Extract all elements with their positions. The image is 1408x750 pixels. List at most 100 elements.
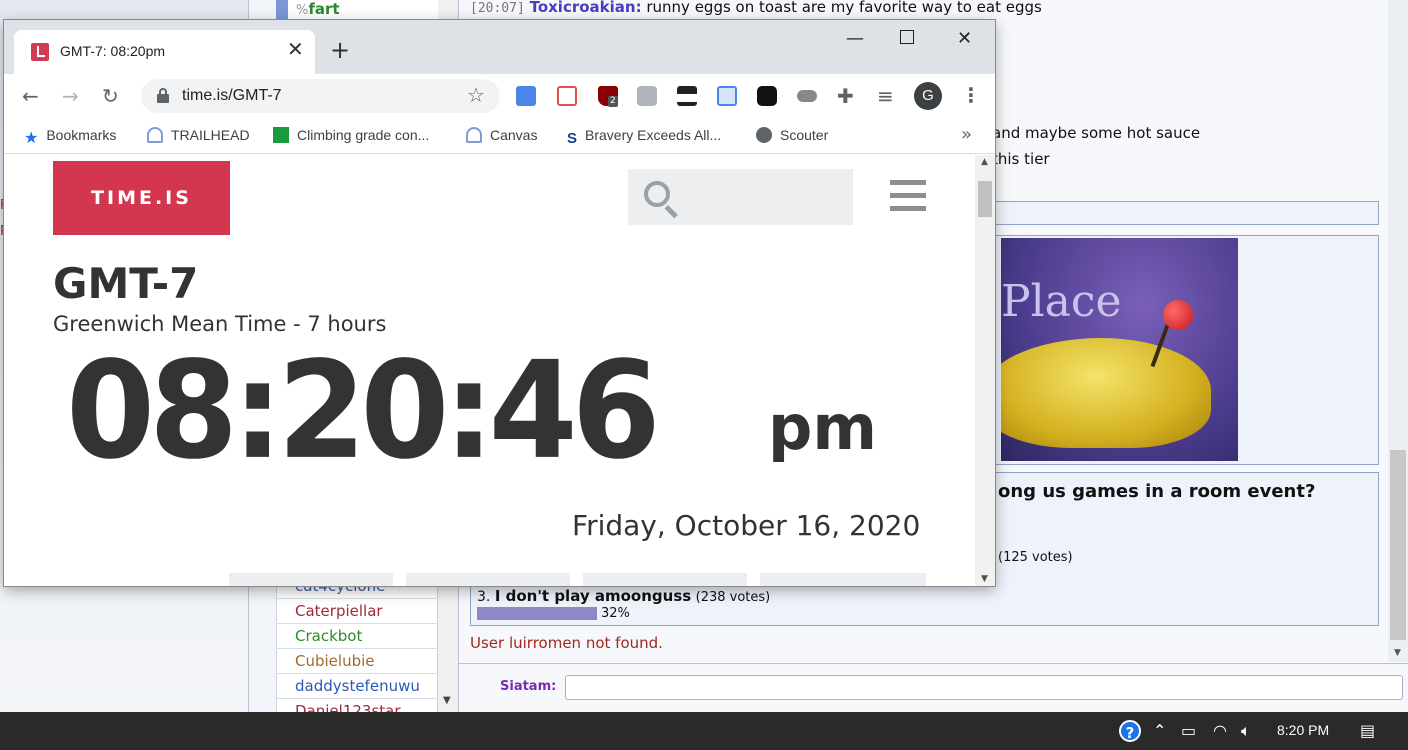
user-list-item[interactable]: Cubielubie	[276, 649, 438, 674]
user-name: fart	[308, 0, 340, 18]
sender-name: Siatam:	[500, 679, 557, 694]
site-logo[interactable]: TIME.IS	[53, 161, 230, 235]
incognito-extension-icon[interactable]	[677, 86, 697, 106]
page-scrollbar[interactable]: ▲ ▼	[975, 155, 995, 586]
tampermonkey-icon[interactable]	[757, 86, 777, 106]
poll-option[interactable]: 3. I don't play amoonguss (238 votes)	[477, 587, 770, 605]
scroll-down-icon[interactable]: ▼	[1394, 648, 1401, 658]
timeis-favicon-icon	[31, 43, 49, 61]
back-button[interactable]: ←	[22, 84, 39, 108]
message-timestamp: [20:07]	[470, 1, 525, 16]
message-author[interactable]: Toxicroakian:	[530, 0, 642, 16]
user-name: daddystefenuwu	[295, 677, 420, 695]
bookmark-star-icon[interactable]: ☆	[467, 83, 485, 107]
page-tab-button[interactable]	[229, 573, 393, 586]
bookmark-item[interactable]: Scouter	[756, 127, 828, 143]
chat-message: this tier	[992, 150, 1050, 168]
media-control-icon[interactable]: ≡	[877, 84, 894, 108]
bravery-icon: S	[567, 130, 578, 147]
chat-message: [20:07] Toxicroakian: runny eggs on toas…	[470, 0, 1042, 16]
browser-window: GMT-7: 08:20pm ✕ + — ✕ ← → ↻ time.is/GMT…	[4, 20, 995, 586]
browser-tab[interactable]: GMT-7: 08:20pm ✕	[14, 30, 315, 74]
bookmark-item[interactable]: TRAILHEAD	[147, 127, 250, 143]
message-input[interactable]	[565, 675, 1403, 700]
ublock-icon[interactable]: 2	[598, 86, 618, 107]
canvas-icon	[466, 127, 482, 143]
mec-icon	[273, 127, 289, 143]
poll-option-votes: (238 votes)	[695, 590, 771, 605]
message-composer: Siatam:	[459, 663, 1408, 712]
bookmark-item[interactable]: S Bravery Exceeds All...	[567, 127, 721, 147]
address-bar[interactable]: time.is/GMT-7 ☆	[141, 79, 500, 113]
scroll-thumb[interactable]	[978, 181, 992, 217]
close-tab-icon[interactable]: ✕	[287, 39, 304, 59]
user-list-item[interactable]: %fart	[276, 0, 438, 20]
minimize-button[interactable]: —	[846, 28, 864, 50]
user-list-item[interactable]: daddystefenuwu	[276, 674, 438, 699]
page-content: TIME.IS GMT-7 Greenwich Mean Time - 7 ho…	[4, 155, 975, 586]
help-icon[interactable]: ?	[1119, 720, 1141, 742]
new-tab-button[interactable]: +	[330, 38, 350, 62]
search-box[interactable]	[628, 169, 853, 225]
user-list-item[interactable]: Caterpiellar	[276, 599, 438, 624]
system-notice: User luirromen not found.	[470, 634, 663, 652]
extension-icon[interactable]	[557, 86, 577, 106]
chat-message: and maybe some hot sauce	[992, 124, 1200, 142]
wifi-icon[interactable]: ◠	[1213, 721, 1227, 741]
poll-option-label: I don't play amoonguss	[494, 587, 692, 605]
close-window-button[interactable]: ✕	[957, 28, 972, 50]
poll-option-votes: (125 votes)	[998, 550, 1073, 565]
infinity-extension-icon[interactable]	[797, 90, 817, 102]
timezone-title: GMT-7	[53, 259, 199, 308]
scroll-up-icon[interactable]: ▲	[981, 157, 988, 167]
extensions-puzzle-icon[interactable]: ✚	[837, 84, 854, 108]
menu-icon[interactable]: ⋮	[961, 83, 981, 107]
profile-avatar[interactable]: G	[914, 82, 942, 110]
taskbar: ? ⌃ ▭ ◠ 🔈︎ 8:20 PM ▤	[0, 712, 1408, 750]
bookmark-item[interactable]: ★ Bookmarks	[24, 127, 116, 147]
bookmarks-bar: ★ Bookmarks TRAILHEAD Climbing grade con.…	[4, 118, 995, 154]
bookmark-item[interactable]: Canvas	[466, 127, 537, 143]
show-hidden-icons-chevron-icon[interactable]: ⌃	[1153, 721, 1166, 741]
google-translate-icon[interactable]	[516, 86, 536, 106]
volume-icon[interactable]: 🔈︎	[1241, 721, 1251, 741]
tab-title: GMT-7: 08:20pm	[60, 43, 166, 59]
clock-ampm: pm	[768, 391, 877, 464]
page-tab-button[interactable]	[760, 573, 926, 586]
forward-button[interactable]: →	[62, 84, 79, 108]
url-text[interactable]: time.is/GMT-7	[182, 87, 282, 105]
reload-button[interactable]: ↻	[102, 84, 119, 108]
scroll-down-icon[interactable]: ▼	[981, 574, 988, 584]
maximize-button[interactable]	[900, 30, 914, 44]
tab-strip: GMT-7: 08:20pm ✕ + — ✕	[4, 20, 995, 74]
battery-icon[interactable]: ▭	[1181, 721, 1196, 741]
star-icon: ★	[24, 130, 39, 147]
page-tab-button[interactable]	[583, 573, 747, 586]
page-scrollbar[interactable]: ▼	[1388, 0, 1408, 662]
scroll-down-icon[interactable]: ▼	[443, 695, 451, 706]
more-bookmarks-button[interactable]: »	[961, 124, 972, 145]
current-date: Friday, October 16, 2020	[572, 509, 921, 542]
docs-icon[interactable]	[717, 86, 737, 106]
user-list-item[interactable]: Crackbot	[276, 624, 438, 649]
clock-time: 08:20:46	[66, 333, 661, 490]
embedded-image[interactable]: Place	[1001, 238, 1238, 461]
search-icon[interactable]	[644, 181, 670, 207]
extension-icon[interactable]	[637, 86, 657, 106]
message-text: and maybe some hot sauce	[992, 124, 1201, 142]
lock-icon[interactable]	[157, 88, 169, 103]
poll-option-number: 3.	[477, 589, 491, 605]
scroll-thumb[interactable]	[1390, 450, 1406, 640]
notifications-icon[interactable]: ▤	[1360, 721, 1375, 741]
taskbar-clock[interactable]: 8:20 PM	[1277, 722, 1329, 738]
scouter-icon	[756, 127, 772, 143]
message-text: runny eggs on toast are my favorite way …	[646, 0, 1042, 16]
poll-option-percent: 32%	[601, 606, 630, 621]
user-name: Crackbot	[295, 627, 363, 645]
hamburger-menu-icon[interactable]	[890, 180, 926, 212]
image-caption: Place	[1001, 276, 1122, 327]
bookmark-item[interactable]: Climbing grade con...	[273, 127, 429, 143]
page-tab-button[interactable]	[406, 573, 570, 586]
user-name: Caterpiellar	[295, 602, 383, 620]
message-text: this tier	[992, 150, 1050, 168]
